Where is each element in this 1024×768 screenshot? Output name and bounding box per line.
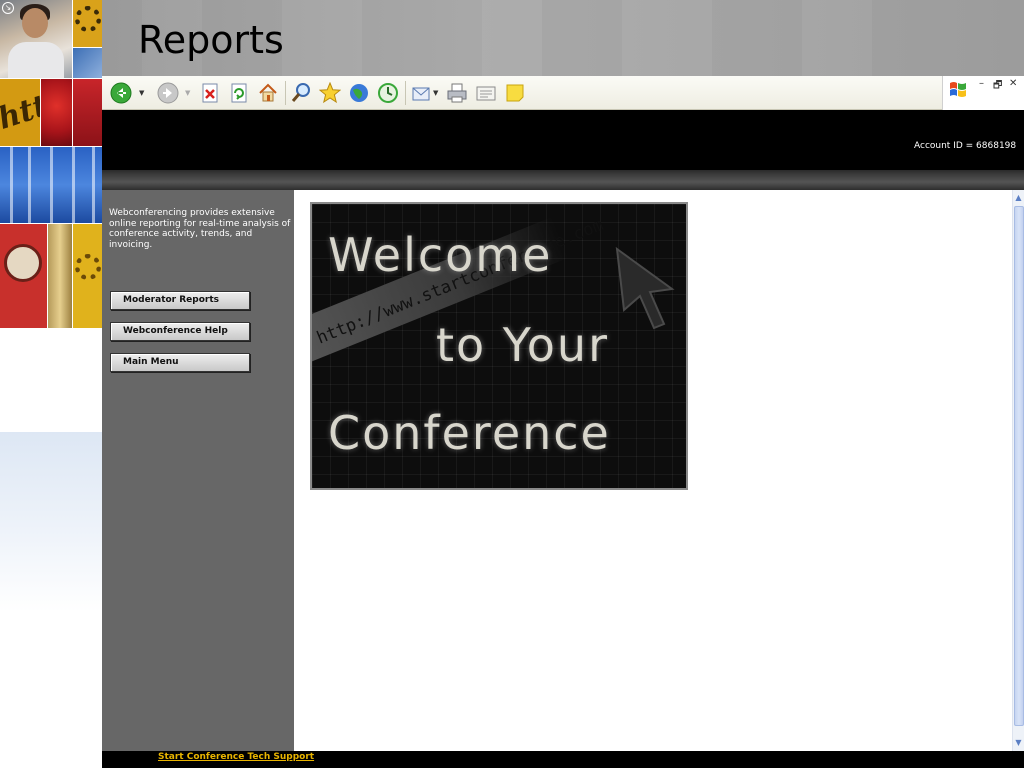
edit-icon[interactable]	[475, 82, 497, 104]
banner-line-1: Welcome	[328, 228, 553, 282]
tech-support-link[interactable]: Start Conference Tech Support	[158, 752, 314, 762]
mail-dropdown-icon[interactable]: ▼	[433, 89, 438, 97]
http-photo: htt	[0, 79, 40, 146]
circle-arrow-icon: ↘	[2, 2, 14, 14]
banner-line-2: to Your	[436, 318, 610, 372]
search-icon[interactable]	[290, 82, 312, 104]
stop-icon[interactable]	[199, 82, 221, 104]
woman-photo: ↘	[0, 0, 72, 78]
main-menu-button[interactable]: Main Menu	[110, 353, 250, 372]
gear-photo	[73, 0, 102, 47]
history-icon[interactable]	[377, 82, 399, 104]
header-stripe	[102, 170, 1024, 190]
clock-photo	[0, 224, 47, 328]
minimize-button[interactable]: –	[979, 78, 984, 89]
red-photo	[41, 79, 72, 146]
close-button[interactable]: ✕	[1009, 78, 1017, 89]
site-header: Account ID = 6868198	[102, 110, 1024, 170]
scroll-down-arrow-icon[interactable]: ▼	[1013, 737, 1024, 749]
gear-photo-2	[73, 224, 102, 328]
photo-collage: ↘ htt	[0, 0, 102, 768]
account-id: Account ID = 6868198	[914, 141, 1017, 151]
forward-dropdown-icon[interactable]: ▼	[185, 89, 190, 97]
scroll-up-arrow-icon[interactable]: ▲	[1013, 192, 1024, 204]
browser-toolbar: ▼ ▼ ▼ – 🗗 ✕	[102, 76, 1024, 110]
blue-photo	[73, 48, 102, 78]
back-dropdown-icon[interactable]: ▼	[139, 89, 144, 97]
favorites-icon[interactable]	[319, 82, 341, 104]
refresh-icon[interactable]	[228, 82, 250, 104]
chairs-photo	[0, 147, 102, 223]
site-nav: Webconferencing provides extensive onlin…	[102, 190, 294, 751]
main-content: http://www.startconference.com Welcome t…	[294, 190, 1012, 751]
note-icon[interactable]	[504, 82, 526, 104]
restore-button[interactable]: 🗗	[993, 78, 1002, 95]
red-photo-2	[73, 79, 102, 146]
scroll-thumb[interactable]	[1014, 206, 1024, 726]
water-drops-background	[0, 432, 102, 612]
vertical-scrollbar[interactable]: ▲ ▼	[1012, 190, 1024, 751]
print-icon[interactable]	[446, 82, 468, 104]
home-icon[interactable]	[257, 82, 279, 104]
windows-flag-icon	[950, 82, 966, 97]
banner-line-3: Conference	[328, 406, 611, 460]
nav-description: Webconferencing provides extensive onlin…	[109, 208, 291, 250]
mail-icon[interactable]	[411, 82, 433, 104]
moderator-reports-button[interactable]: Moderator Reports	[110, 291, 250, 310]
forward-icon[interactable]	[157, 82, 179, 104]
slide-title: Reports	[138, 18, 284, 62]
gold-photo	[48, 224, 72, 328]
site-footer: Start Conference Tech Support	[102, 751, 1024, 768]
welcome-banner: http://www.startconference.com Welcome t…	[310, 202, 688, 490]
cursor-arrow-icon	[615, 246, 675, 330]
webconference-help-button[interactable]: Webconference Help	[110, 322, 250, 341]
slide: ↘ htt Reports ▼ ▼ ▼ – 🗗 ✕ Account ID = 6…	[0, 0, 1024, 768]
back-icon[interactable]	[110, 82, 132, 104]
media-icon[interactable]	[348, 82, 370, 104]
window-controls: – 🗗 ✕	[942, 76, 1024, 110]
title-band: Reports	[102, 0, 1024, 76]
